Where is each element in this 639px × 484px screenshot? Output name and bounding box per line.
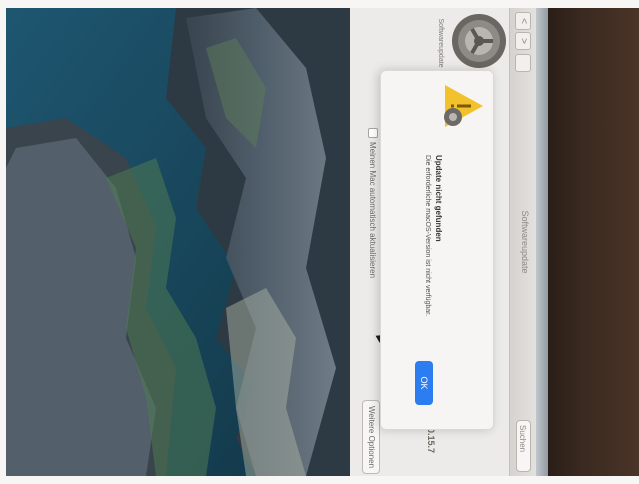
auto-update-checkbox-row[interactable]: Meinen Mac automatisch aktualisieren: [368, 128, 378, 278]
auto-update-checkbox[interactable]: [368, 128, 378, 138]
macos-version-text: 0.15.7: [426, 428, 436, 454]
caution-icon: [444, 85, 483, 127]
gear-icon: [452, 14, 506, 68]
auto-update-label: Meinen Mac automatisch aktualisieren: [368, 142, 378, 279]
search-input[interactable]: Suchen: [516, 420, 531, 472]
window-titlebar: < > Softwareupdate Suchen: [509, 8, 536, 476]
photo-border-top: [0, 0, 639, 8]
desktop-wallpaper: [6, 8, 350, 476]
photo-border-bottom: [0, 476, 639, 484]
monitor-bezel: [548, 8, 639, 476]
alert-title: Update nicht gefunden: [434, 155, 443, 242]
pane-label: Softwareupdate: [437, 18, 444, 68]
alert-message: Die erforderliche macOS-Version ist nich…: [424, 155, 431, 317]
window-title: Softwareupdate: [520, 210, 530, 274]
software-update-window: < > Softwareupdate Suchen Softwareupdate…: [350, 8, 536, 476]
ok-button[interactable]: OK: [415, 361, 433, 405]
more-options-button[interactable]: Weitere Optionen: [362, 400, 380, 474]
alert-dialog: Update nicht gefunden Die erforderliche …: [380, 70, 494, 430]
